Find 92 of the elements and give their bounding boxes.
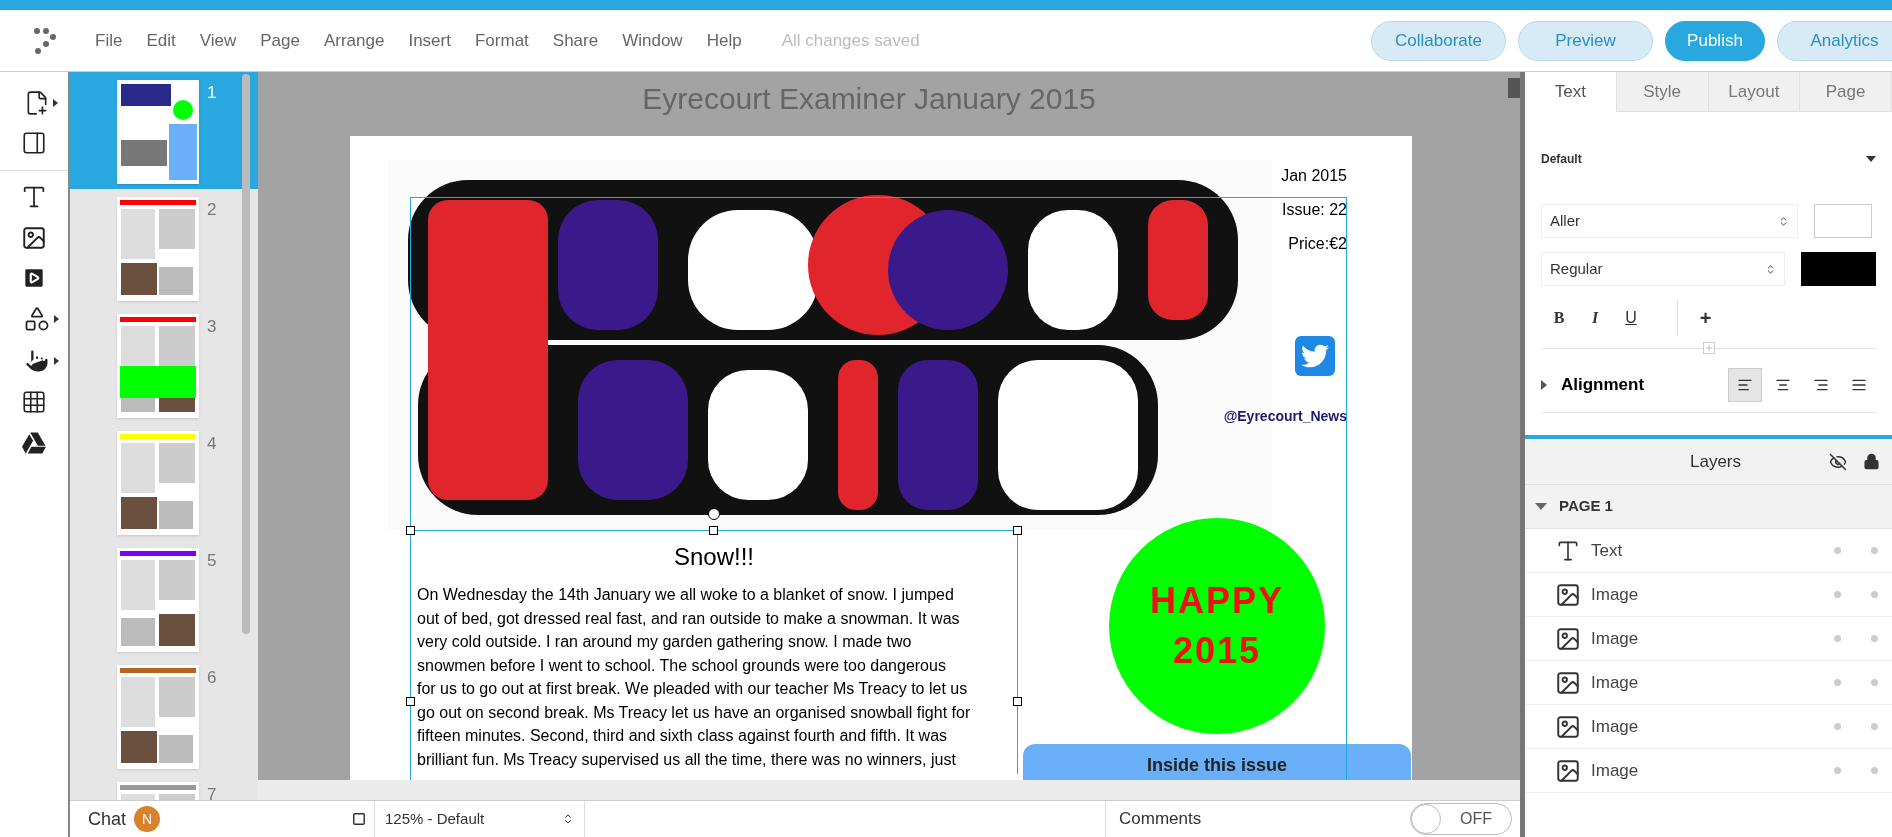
preset-dropdown[interactable]: Default xyxy=(1541,144,1876,174)
article-text: On Wednesday the 14th January we all woke to a blanket of snow. I jumped out of bed, got dressed real fast, and ran outside to make a snowman. It was very cold outside. I ran around my garden gathering snow. I made two snowmen before I went to school. The school grounds were too dangerous for us to go out at first break. We pleaded with our teacher Ms Treacy to let us go out on second break. Ms Treacy let us have an organised snowball fight for fifteen minutes. Second, third and sixth class against fourth and fifth. It was brilliant fun. Ms Treacy supervised us all the time, there was no winners, just xyxy=(417,585,972,770)
alignment-label[interactable]: Alignment xyxy=(1561,371,1645,398)
menu-item[interactable]: Insert xyxy=(408,27,451,54)
zoom-select[interactable]: 125% - Default xyxy=(375,801,585,837)
window-icon[interactable] xyxy=(352,812,366,826)
resize-handle[interactable] xyxy=(1013,526,1022,535)
caret-icon xyxy=(1866,156,1876,162)
inspector-tab[interactable]: Page xyxy=(1800,72,1892,112)
twitter-handle[interactable]: @Eyrecourt_News xyxy=(1223,406,1347,427)
menu-item[interactable]: Page xyxy=(260,27,300,54)
table-tool-icon[interactable] xyxy=(21,389,47,415)
image-layer-icon xyxy=(1555,625,1581,652)
page-thumbnail[interactable]: 5 xyxy=(70,540,258,657)
page-thumbnail[interactable]: 7 xyxy=(70,774,258,800)
avatar: N xyxy=(134,806,161,832)
layers-title: Layers xyxy=(1690,450,1742,473)
collapse-caret-icon xyxy=(1535,503,1547,510)
image-tool-icon[interactable] xyxy=(21,225,47,251)
image-layer-icon xyxy=(1555,581,1581,608)
page-thumbnail[interactable]: 4 xyxy=(70,423,258,540)
text-color-swatch[interactable] xyxy=(1800,252,1876,286)
format-button[interactable]: U xyxy=(1613,300,1649,336)
box-title: Inside this issue xyxy=(1146,754,1287,777)
resize-handle[interactable] xyxy=(406,697,415,706)
page-number: 2 xyxy=(207,199,217,221)
image-layer-icon xyxy=(1555,669,1581,696)
image-layer-icon xyxy=(1555,713,1581,740)
page-number: 7 xyxy=(207,784,217,800)
layer-row[interactable]: Image xyxy=(1525,617,1892,661)
format-button[interactable]: + xyxy=(1677,300,1713,336)
caret-icon xyxy=(53,99,58,107)
page-thumbnail[interactable]: 2 xyxy=(70,189,258,306)
expand-caret-icon[interactable] xyxy=(1541,379,1547,390)
updown-icon xyxy=(1778,215,1789,227)
resize-handle[interactable] xyxy=(709,526,718,535)
menu-item[interactable]: Window xyxy=(622,27,683,54)
badge-text: HAPPY xyxy=(1150,579,1284,623)
menu-item[interactable]: Arrange xyxy=(323,27,385,54)
page-number: 1 xyxy=(207,82,217,104)
page-thumbnail[interactable]: 6 xyxy=(70,657,258,774)
caret-icon xyxy=(54,357,59,365)
lock-icon[interactable] xyxy=(1863,453,1880,470)
layer-row[interactable]: Image xyxy=(1525,705,1892,749)
style-select[interactable]: Regular xyxy=(1541,252,1785,286)
image-layer-icon xyxy=(1555,757,1581,784)
inspector-tab[interactable]: Layout xyxy=(1708,72,1801,112)
menu-item[interactable]: Format xyxy=(474,27,529,54)
page-number: 4 xyxy=(207,433,217,455)
updown-icon xyxy=(562,813,574,825)
shapes-tool-icon[interactable] xyxy=(23,305,51,333)
resize-handle[interactable] xyxy=(1013,697,1022,706)
visibility-icon[interactable] xyxy=(1829,452,1847,471)
article-heading: Snow!!! xyxy=(673,542,754,572)
format-button[interactable]: B xyxy=(1541,300,1577,336)
page-number: 3 xyxy=(207,316,217,338)
page-panel-icon[interactable] xyxy=(21,130,47,156)
font-select[interactable]: Aller xyxy=(1541,204,1798,238)
highlight-swatch[interactable] xyxy=(1814,204,1872,238)
page-number: 5 xyxy=(207,550,217,572)
masthead-info: Issue: 22 xyxy=(1282,200,1347,220)
resize-handle[interactable] xyxy=(406,526,415,535)
horizontal-scrollbar[interactable] xyxy=(258,780,1520,800)
format-button[interactable]: I xyxy=(1577,300,1613,336)
layer-row[interactable]: Image xyxy=(1525,661,1892,705)
layer-row[interactable]: Text xyxy=(1525,529,1892,573)
scrollbar-thumb[interactable] xyxy=(242,74,250,634)
document-title: Eyrecourt Examiner January 2015 xyxy=(642,81,1096,117)
logo-icon[interactable] xyxy=(33,26,59,55)
comments-toggle[interactable]: OFF xyxy=(1410,803,1512,835)
save-status: All changes saved xyxy=(781,29,920,52)
menu-item[interactable]: File xyxy=(95,27,123,54)
align-button[interactable] xyxy=(1728,367,1762,402)
chat-label[interactable]: Chat xyxy=(88,805,127,833)
layer-group[interactable]: PAGE 1 xyxy=(1525,485,1892,529)
menu-item[interactable]: Share xyxy=(552,27,599,54)
masthead-info: Jan 2015 xyxy=(1281,166,1347,186)
caret-icon xyxy=(54,315,59,323)
hand-pointer-icon[interactable] xyxy=(23,347,51,375)
drive-icon[interactable] xyxy=(22,431,46,455)
badge-text: 2015 xyxy=(1172,629,1262,673)
layer-row[interactable]: Image xyxy=(1525,749,1892,793)
comments-label: Comments xyxy=(1119,808,1202,831)
twitter-icon[interactable] xyxy=(1295,336,1335,376)
layer-row[interactable]: Image xyxy=(1525,573,1892,617)
masthead-info: Price:€2 xyxy=(1288,234,1347,254)
menu-item[interactable]: Help xyxy=(706,27,742,54)
menu-item[interactable]: Edit xyxy=(146,27,176,54)
page-thumbnail[interactable]: 3 xyxy=(70,306,258,423)
page-number: 6 xyxy=(207,667,217,689)
menu-item[interactable]: View xyxy=(199,27,237,54)
inspector-tab[interactable]: Style xyxy=(1616,72,1709,112)
